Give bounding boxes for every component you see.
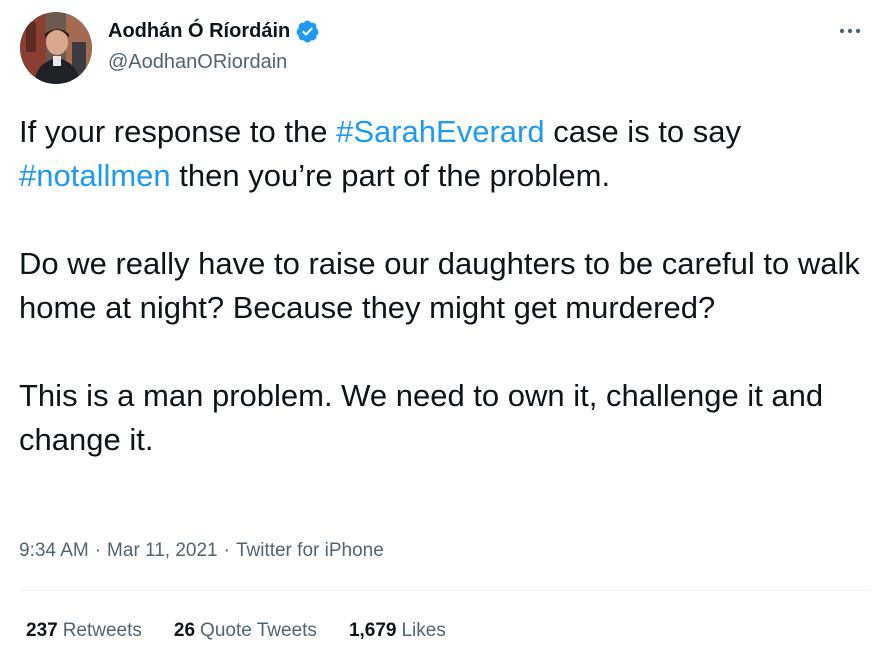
meta-separator: · (94, 540, 102, 561)
avatar[interactable] (20, 12, 92, 84)
tweet-stats: 237 Retweets 26 Quote Tweets 1,679 Likes (26, 620, 446, 642)
retweets-label: Retweets (62, 620, 142, 641)
likes-label: Likes (401, 620, 446, 641)
text-segment: This is a man problem. We need to own it… (19, 378, 824, 457)
hashtag-sarah-everard-link[interactable]: #SarahEverard (336, 114, 545, 149)
likes-count: 1,679 (348, 620, 397, 641)
tweet-source-link[interactable]: Twitter for iPhone (236, 540, 384, 562)
tweet-meta: 9:34 AM · Mar 11, 2021 · Twitter for iPh… (19, 540, 384, 562)
more-horizontal-icon (839, 28, 861, 34)
author-handle[interactable]: @AodhanORiordain (108, 51, 287, 74)
author-display-name[interactable]: Aodhán Ó Ríordáin (108, 20, 290, 43)
retweets-stat-link[interactable]: 237 Retweets (26, 620, 142, 642)
tweet-paragraph-2: Do we really have to raise our daughters… (19, 242, 869, 330)
tweet-text: If your response to the #SarahEverard ca… (19, 110, 869, 462)
text-segment: Do we really have to raise our daughters… (19, 246, 860, 325)
tweet-date-link[interactable]: Mar 11, 2021 (107, 540, 218, 562)
quote-tweets-stat-link[interactable]: 26 Quote Tweets (174, 620, 317, 642)
tweet-card: Aodhán Ó Ríordáin @AodhanORiordain If yo… (0, 0, 890, 654)
text-segment: case is to say (544, 114, 742, 149)
tweet-paragraph-3: This is a man problem. We need to own it… (19, 374, 869, 462)
author-name-row: Aodhán Ó Ríordáin (108, 19, 320, 44)
text-segment: then you’re part of the problem. (170, 158, 611, 193)
divider (19, 590, 870, 591)
text-segment: If your response to the (19, 114, 337, 149)
more-options-button[interactable] (835, 17, 865, 45)
quote-tweets-label: Quote Tweets (200, 620, 317, 641)
tweet-time-link[interactable]: 9:34 AM (19, 540, 89, 562)
tweet-paragraph-1: If your response to the #SarahEverard ca… (19, 110, 869, 198)
verified-badge-icon (295, 19, 320, 44)
retweets-count: 237 (26, 620, 58, 641)
quote-tweets-count: 26 (173, 620, 196, 641)
hashtag-notallmen-link[interactable]: #notallmen (19, 158, 171, 193)
avatar-photo (20, 12, 92, 84)
likes-stat-link[interactable]: 1,679 Likes (349, 620, 446, 642)
meta-separator: · (223, 540, 230, 561)
